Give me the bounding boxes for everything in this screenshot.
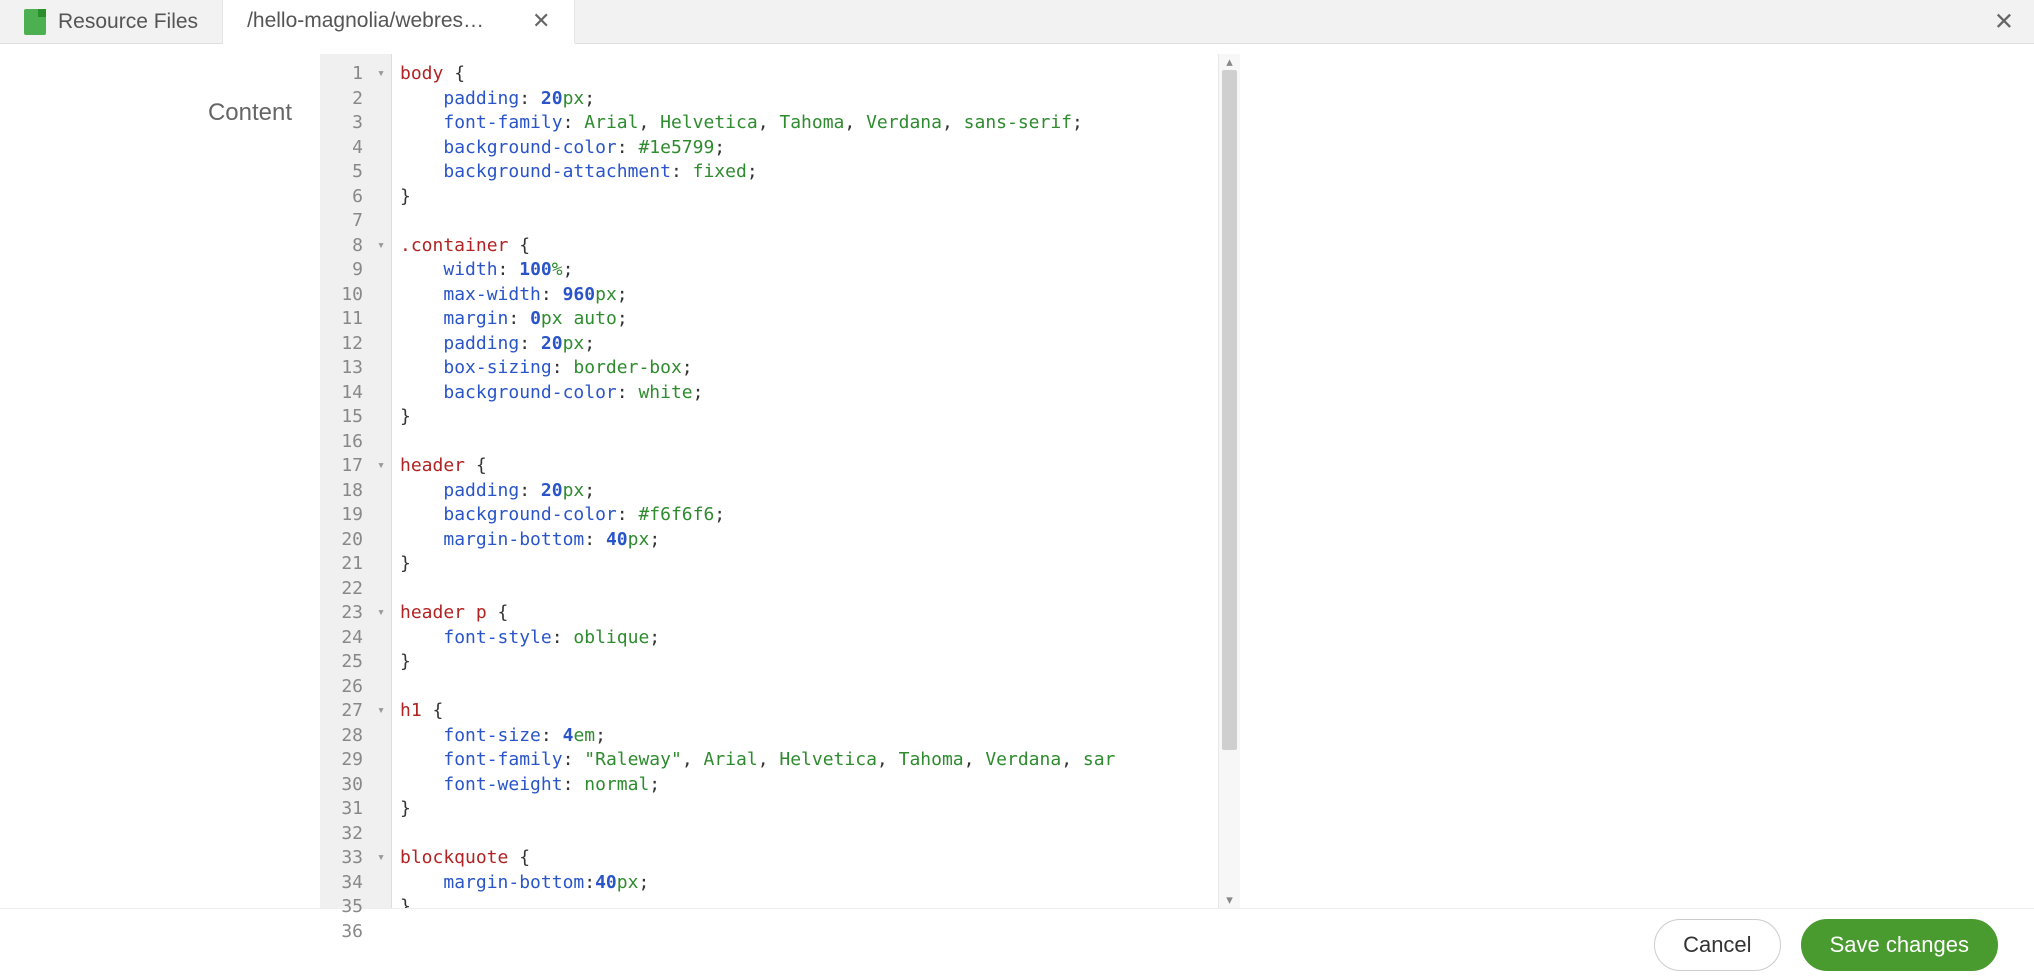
line-number: 20: [320, 528, 391, 553]
code-line[interactable]: background-attachment: fixed;: [400, 160, 1208, 185]
line-number: 27: [320, 699, 391, 724]
footer-bar: Cancel Save changes: [0, 908, 2034, 980]
tab-resource-files[interactable]: Resource Files: [0, 0, 223, 43]
code-line[interactable]: font-style: oblique;: [400, 626, 1208, 651]
line-number: 9: [320, 258, 391, 283]
code-line[interactable]: }: [400, 405, 1208, 430]
line-number: 21: [320, 552, 391, 577]
line-number: 18: [320, 479, 391, 504]
code-line[interactable]: [400, 822, 1208, 847]
scroll-up-icon[interactable]: ▴: [1219, 54, 1240, 70]
line-number: 15: [320, 405, 391, 430]
line-number: 12: [320, 332, 391, 357]
line-number: 25: [320, 650, 391, 675]
code-line[interactable]: font-weight: normal;: [400, 773, 1208, 798]
editor-code-area[interactable]: body { padding: 20px; font-family: Arial…: [392, 54, 1216, 908]
editor-gutter: 1234567891011121314151617181920212223242…: [320, 54, 392, 908]
line-number: 24: [320, 626, 391, 651]
scroll-down-icon[interactable]: ▾: [1219, 892, 1240, 908]
line-number: 10: [320, 283, 391, 308]
line-number: 16: [320, 430, 391, 455]
tab-label: /hello-magnolia/webres…: [247, 9, 484, 33]
code-line[interactable]: width: 100%;: [400, 258, 1208, 283]
line-number: 19: [320, 503, 391, 528]
left-spacer: Content: [0, 44, 320, 908]
line-number: 23: [320, 601, 391, 626]
code-line[interactable]: }: [400, 552, 1208, 577]
code-line[interactable]: [400, 430, 1208, 455]
line-number: 31: [320, 797, 391, 822]
code-line[interactable]: background-color: #1e5799;: [400, 136, 1208, 161]
code-editor[interactable]: 1234567891011121314151617181920212223242…: [320, 54, 1240, 908]
line-number: 26: [320, 675, 391, 700]
code-line[interactable]: padding: 20px;: [400, 87, 1208, 112]
code-line[interactable]: background-color: #f6f6f6;: [400, 503, 1208, 528]
code-line[interactable]: body {: [400, 62, 1208, 87]
save-button[interactable]: Save changes: [1801, 919, 1998, 971]
close-dialog-icon[interactable]: ✕: [1994, 7, 2014, 36]
line-number: 11: [320, 307, 391, 332]
tab-label: Resource Files: [58, 10, 198, 34]
code-line[interactable]: header p {: [400, 601, 1208, 626]
code-line[interactable]: font-size: 4em;: [400, 724, 1208, 749]
line-number: 17: [320, 454, 391, 479]
code-line[interactable]: background-color: white;: [400, 381, 1208, 406]
scrollbar-thumb[interactable]: [1222, 70, 1237, 750]
code-line[interactable]: margin-bottom:40px;: [400, 871, 1208, 896]
code-line[interactable]: }: [400, 895, 1208, 908]
line-number: 13: [320, 356, 391, 381]
line-number: 2: [320, 87, 391, 112]
close-icon[interactable]: ✕: [532, 8, 550, 34]
code-line[interactable]: font-family: "Raleway", Arial, Helvetica…: [400, 748, 1208, 773]
line-number: 36: [320, 920, 391, 945]
line-number: 29: [320, 748, 391, 773]
code-line[interactable]: padding: 20px;: [400, 479, 1208, 504]
code-line[interactable]: }: [400, 797, 1208, 822]
right-pane: [1240, 44, 2034, 908]
line-number: 7: [320, 209, 391, 234]
code-line[interactable]: h1 {: [400, 699, 1208, 724]
cancel-button[interactable]: Cancel: [1654, 919, 1780, 971]
code-line[interactable]: [400, 209, 1208, 234]
code-line[interactable]: margin-bottom: 40px;: [400, 528, 1208, 553]
file-icon: [24, 9, 46, 35]
code-line[interactable]: margin: 0px auto;: [400, 307, 1208, 332]
code-line[interactable]: }: [400, 650, 1208, 675]
line-number: 32: [320, 822, 391, 847]
line-number: 4: [320, 136, 391, 161]
line-number: 34: [320, 871, 391, 896]
code-line[interactable]: header {: [400, 454, 1208, 479]
code-line[interactable]: [400, 675, 1208, 700]
code-line[interactable]: font-family: Arial, Helvetica, Tahoma, V…: [400, 111, 1208, 136]
main-area: Content 12345678910111213141516171819202…: [0, 44, 2034, 908]
code-line[interactable]: blockquote {: [400, 846, 1208, 871]
code-line[interactable]: [400, 577, 1208, 602]
line-number: 6: [320, 185, 391, 210]
line-number: 22: [320, 577, 391, 602]
line-number: 14: [320, 381, 391, 406]
line-number: 3: [320, 111, 391, 136]
code-line[interactable]: padding: 20px;: [400, 332, 1208, 357]
line-number: 33: [320, 846, 391, 871]
line-number: 35: [320, 895, 391, 920]
content-field-label: Content: [180, 44, 320, 127]
editor-scrollbar[interactable]: ▴ ▾: [1218, 54, 1240, 908]
line-number: 1: [320, 62, 391, 87]
code-line[interactable]: box-sizing: border-box;: [400, 356, 1208, 381]
line-number: 8: [320, 234, 391, 259]
line-number: 28: [320, 724, 391, 749]
line-number: 5: [320, 160, 391, 185]
tab-bar: Resource Files /hello-magnolia/webres… ✕…: [0, 0, 2034, 44]
code-line[interactable]: max-width: 960px;: [400, 283, 1208, 308]
code-line[interactable]: .container {: [400, 234, 1208, 259]
tab-file-editor[interactable]: /hello-magnolia/webres… ✕: [223, 0, 575, 44]
line-number: 30: [320, 773, 391, 798]
code-line[interactable]: }: [400, 185, 1208, 210]
